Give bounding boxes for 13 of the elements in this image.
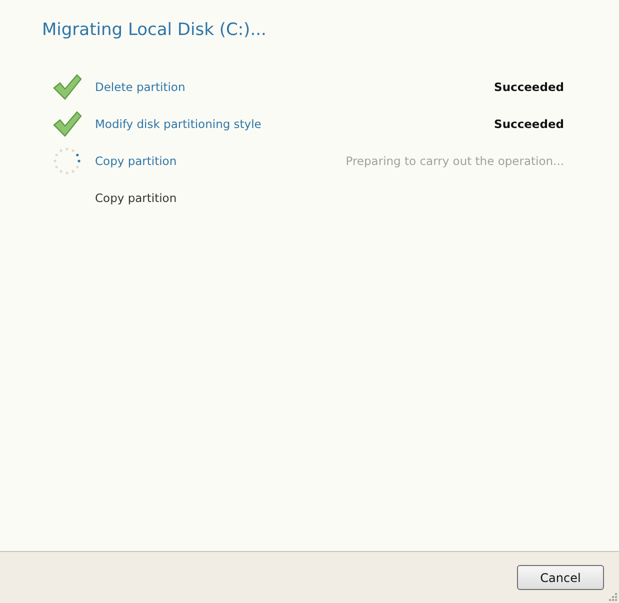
step-status: Succeeded [494,80,564,94]
step-status: Succeeded [494,117,564,131]
step-label: Copy partition [95,154,177,168]
spinner-icon [52,146,82,176]
dialog-title: Migrating Local Disk (C:)... [42,20,268,40]
step-label: Modify disk partitioning style [95,117,262,131]
step-label: Delete partition [95,80,186,94]
step-status: Preparing to carry out the operation... [346,154,564,168]
checkmark-icon [52,109,82,139]
checkmark-icon [52,72,82,102]
cancel-button[interactable]: Cancel [517,565,604,590]
resize-grip-icon[interactable] [607,591,617,601]
step-label: Copy partition [95,191,177,205]
